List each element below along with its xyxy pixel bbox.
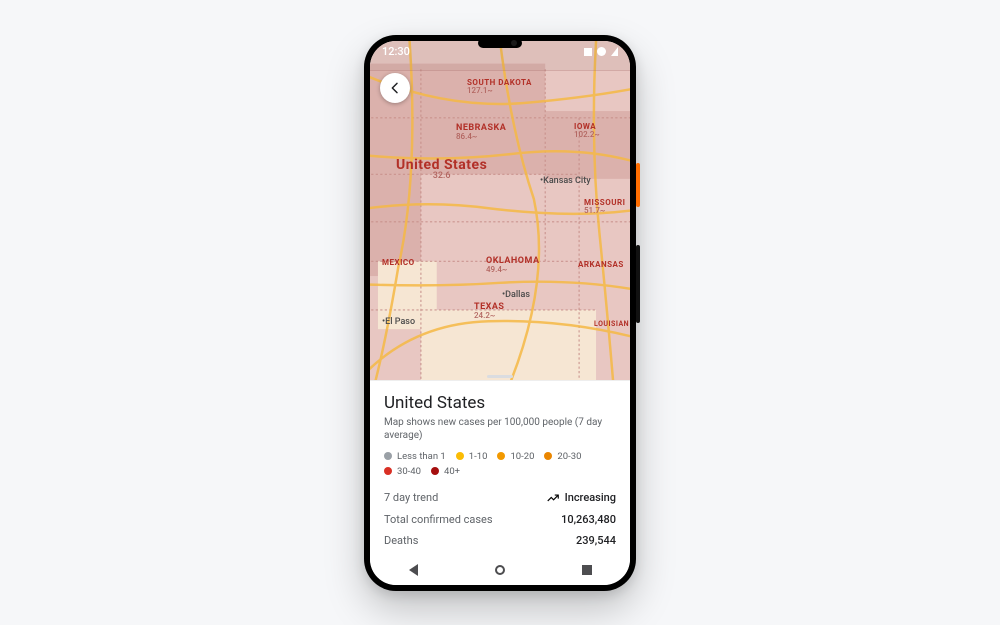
map-state-label: SOUTH DAKOTA127.1~	[467, 79, 532, 95]
stat-row: Total confirmed cases 10,263,480	[384, 509, 616, 530]
map-city-label: •Kansas City	[540, 176, 591, 186]
stat-row: Deaths 239,544	[384, 530, 616, 551]
legend-item: Less than 1	[384, 451, 446, 462]
phone-frame: 12:30	[364, 35, 636, 591]
legend-item: 40+	[431, 466, 460, 477]
stat-key: Total confirmed cases	[384, 513, 493, 526]
stat-value: 10,263,480	[561, 513, 616, 526]
map-state-label: MEXICO	[382, 259, 415, 267]
trend-value: Increasing	[546, 491, 616, 505]
map-city-label: •Dallas	[502, 290, 530, 300]
legend-item: 1-10	[456, 451, 488, 462]
legend-dot	[456, 452, 464, 460]
legend-label: Less than 1	[397, 451, 446, 462]
case-rate-legend: Less than 1 1-10 10-20 20-30 30-40 40+	[384, 451, 616, 477]
back-button[interactable]	[380, 73, 410, 103]
status-icon-2	[597, 47, 606, 56]
sheet-description: Map shows new cases per 100,000 people (…	[384, 416, 616, 443]
sheet-drag-handle[interactable]	[487, 375, 513, 378]
legend-dot	[384, 452, 392, 460]
map-state-label: OKLAHOMA49.4~	[486, 257, 540, 274]
map-state-label: MISSOURI51.7~	[584, 199, 625, 215]
map-country-label: United States 32.6	[396, 158, 487, 181]
legend-label: 40+	[444, 466, 460, 477]
signal-icon	[611, 47, 618, 56]
legend-item: 30-40	[384, 466, 421, 477]
map-state-label: TEXAS24.2~	[474, 303, 504, 320]
arrow-left-icon	[387, 80, 403, 96]
screen: 12:30	[370, 41, 630, 585]
legend-label: 20-30	[557, 451, 581, 462]
stat-row: 7 day trend Increasing	[384, 487, 616, 509]
status-icon-1	[584, 48, 592, 56]
legend-item: 10-20	[497, 451, 534, 462]
trending-up-icon	[546, 491, 560, 505]
map-state-label: LOUISIAN	[594, 321, 629, 328]
stat-key: Deaths	[384, 534, 418, 547]
legend-dot	[497, 452, 505, 460]
map-state-label: NEBRASKA86.4~	[456, 124, 506, 141]
status-icons	[584, 47, 618, 56]
nav-back-button[interactable]	[409, 564, 418, 576]
map-state-label: ARKANSAS	[578, 261, 624, 269]
legend-label: 10-20	[510, 451, 534, 462]
android-nav-bar	[370, 555, 630, 585]
info-sheet[interactable]: United States Map shows new cases per 10…	[370, 380, 630, 555]
map-canvas[interactable]: United States 32.6 SOUTH DAKOTA127.1~ NEB…	[370, 41, 630, 380]
nav-recent-button[interactable]	[582, 565, 592, 575]
stats-list: 7 day trend Increasing Total confirmed cas…	[384, 487, 616, 551]
map-city-label: •El Paso	[382, 317, 415, 327]
legend-label: 30-40	[397, 466, 421, 477]
legend-dot	[544, 452, 552, 460]
stat-key: 7 day trend	[384, 491, 438, 504]
legend-dot	[431, 467, 439, 475]
nav-home-button[interactable]	[495, 565, 505, 575]
status-time: 12:30	[382, 45, 410, 58]
stat-value: 239,544	[576, 534, 616, 547]
phone-notch	[478, 38, 522, 48]
sheet-title: United States	[384, 393, 616, 413]
map-state-label: IOWA102.2~	[574, 123, 600, 139]
legend-label: 1-10	[469, 451, 488, 462]
legend-item: 20-30	[544, 451, 581, 462]
legend-dot	[384, 467, 392, 475]
